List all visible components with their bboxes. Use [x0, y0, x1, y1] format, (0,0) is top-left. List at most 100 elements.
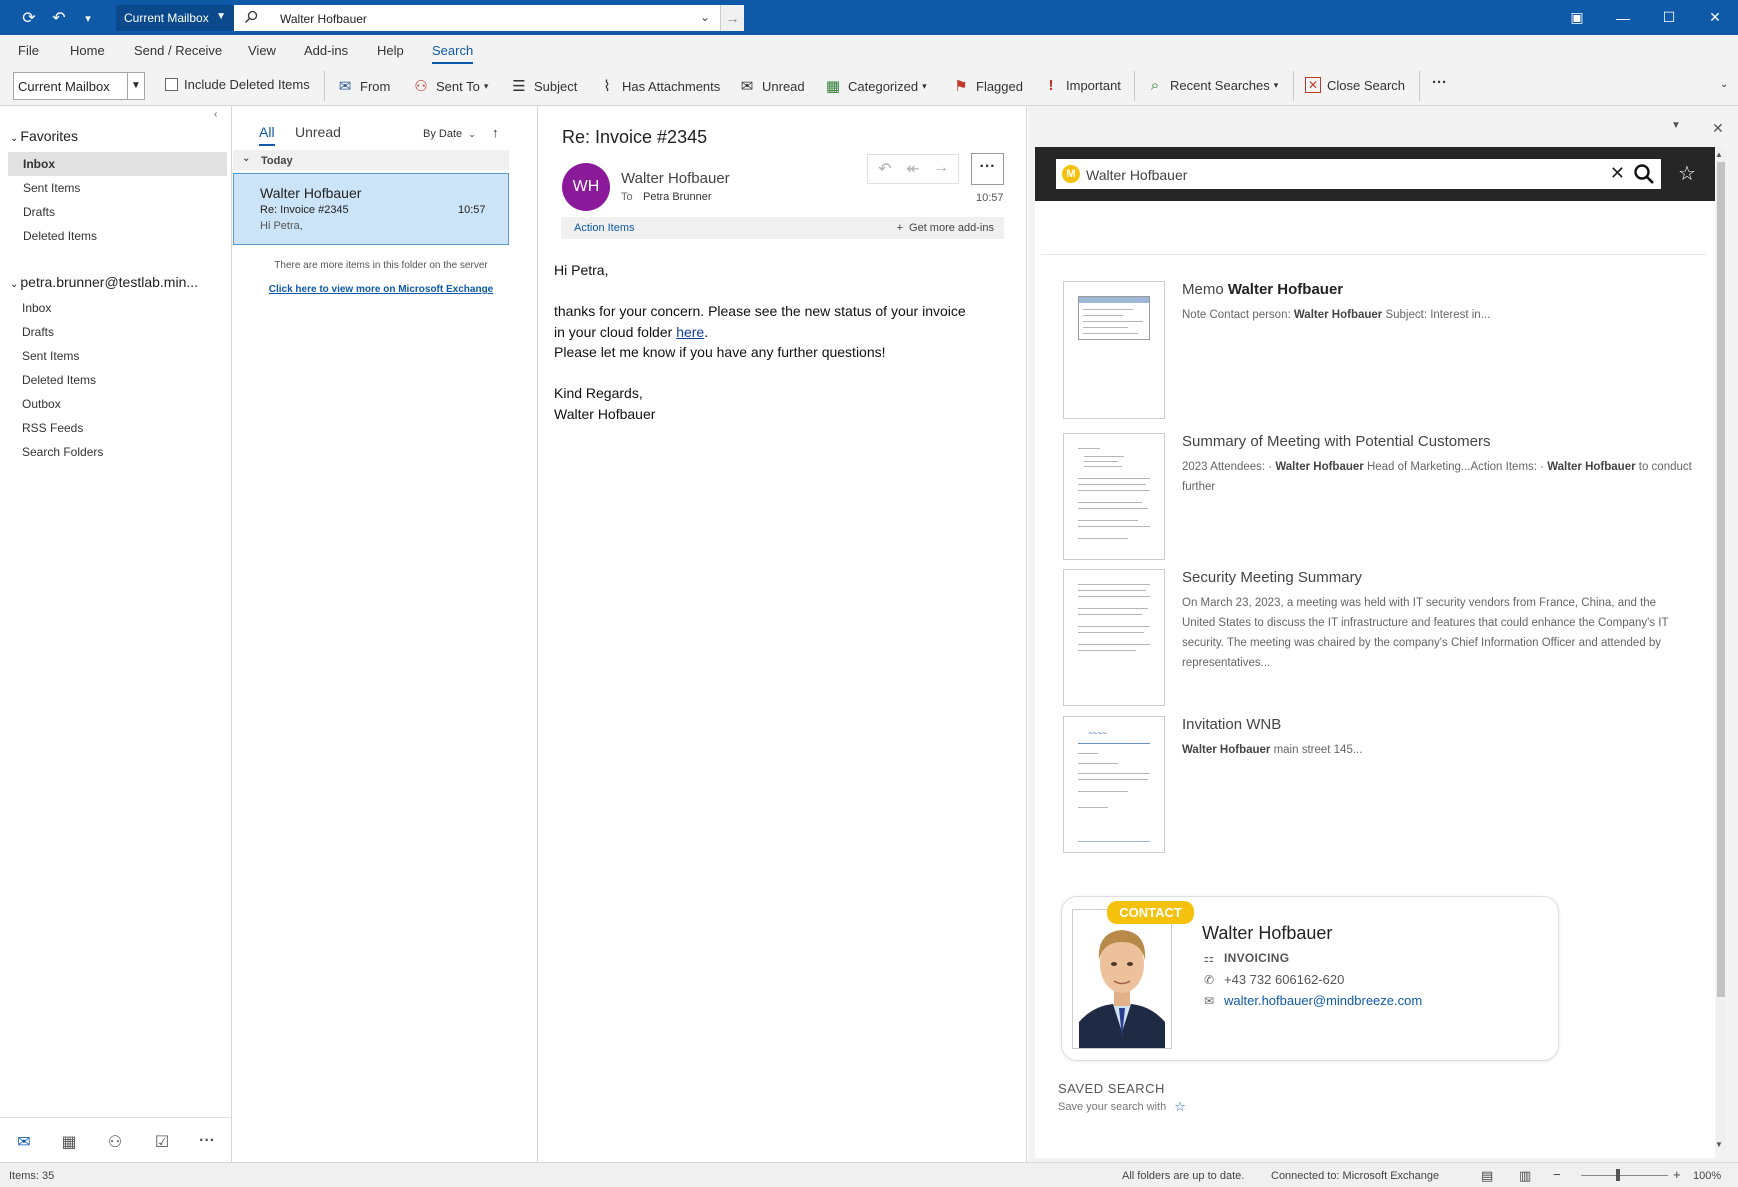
close-addin-icon[interactable]: ✕	[1712, 120, 1724, 137]
contact-name[interactable]: Walter Hofbauer	[1202, 923, 1332, 944]
collapse-pane-icon[interactable]: ‹	[214, 109, 217, 120]
forward-icon[interactable]: →	[928, 159, 954, 177]
filter-all-tab[interactable]: All	[259, 124, 275, 146]
action-items-link[interactable]: Action Items	[574, 222, 635, 234]
tab-add-ins[interactable]: Add-ins	[304, 43, 348, 58]
has-attachments-button[interactable]: ⌇ Has Attachments	[598, 77, 720, 95]
categorized-button[interactable]: ▦ Categorized ▾	[824, 77, 927, 95]
close-search-button[interactable]: ✕ Close Search	[1305, 77, 1405, 93]
result-title-text: Security Meeting Summary	[1182, 569, 1363, 586]
tab-help[interactable]: Help	[377, 43, 404, 58]
get-more-addins-button[interactable]: + Get more add-ins	[897, 222, 994, 234]
undo-icon[interactable]: ↶	[48, 7, 70, 29]
thumbnail-line	[1083, 309, 1133, 310]
email-sender[interactable]: Walter Hofbauer	[621, 170, 730, 187]
unread-button[interactable]: ✉ Unread	[738, 77, 805, 95]
filter-unread-tab[interactable]: Unread	[295, 124, 341, 140]
group-header-today[interactable]: ⌄ Today	[233, 150, 509, 170]
result-title[interactable]: Memo Walter Hofbauer	[1182, 281, 1343, 298]
tab-file[interactable]: File	[18, 43, 39, 58]
maximize-icon[interactable]: ☐	[1646, 0, 1692, 35]
search-arrow-icon[interactable]: →	[720, 5, 744, 31]
account-header[interactable]: ⌄ petra.brunner@testlab.min...	[10, 274, 198, 290]
search-result[interactable]: Summary of Meeting with Potential Custom…	[1063, 433, 1692, 560]
scroll-up-icon[interactable]: ▲	[1715, 150, 1723, 159]
save-search-star-icon[interactable]: ☆	[1678, 161, 1700, 185]
account-folder-drafts[interactable]: Drafts	[8, 320, 227, 344]
subject-button[interactable]: ☰ Subject	[510, 77, 577, 95]
tab-search[interactable]: Search	[432, 43, 474, 64]
sync-icon[interactable]: ⟳	[18, 7, 40, 29]
tab-view[interactable]: View	[248, 43, 276, 58]
contact-card[interactable]: CONTACT Walter Hofbauer ⚏ INVOICING ✆ +43 …	[1061, 896, 1559, 1061]
account-folder-search-folders[interactable]: Search Folders	[8, 440, 227, 464]
sort-dropdown[interactable]: By Date ⌄	[423, 128, 476, 140]
scroll-down-icon[interactable]: ▼	[1715, 1140, 1723, 1149]
star-icon[interactable]: ☆	[1174, 1099, 1186, 1115]
result-title[interactable]: Summary of Meeting with Potential Custom…	[1182, 433, 1490, 450]
view-more-exchange-link[interactable]: Click here to view more on Microsoft Exc…	[246, 284, 516, 295]
calendar-icon[interactable]: ▦	[58, 1132, 80, 1152]
zoom-slider[interactable]	[1581, 1175, 1668, 1176]
more-commands-button[interactable]: ···	[1432, 74, 1447, 91]
folder-drafts[interactable]: Drafts	[8, 200, 227, 224]
addin-scrollbar-thumb[interactable]	[1717, 162, 1725, 997]
zoom-out-icon[interactable]: −	[1553, 1167, 1561, 1182]
normal-view-icon[interactable]: ▤	[1481, 1168, 1493, 1184]
zoom-in-icon[interactable]: +	[1673, 1167, 1681, 1182]
avatar[interactable]: WH	[562, 163, 610, 211]
recent-searches-button[interactable]: ⌕ Recent Searches ▾	[1146, 77, 1278, 94]
account-folder-inbox[interactable]: Inbox	[8, 296, 227, 320]
search-result[interactable]: Memo Walter Hofbauer Note Contact person…	[1063, 281, 1663, 419]
reply-icon[interactable]: ↶	[872, 159, 898, 179]
account-folder-deleted-items[interactable]: Deleted Items	[8, 368, 227, 392]
flagged-button[interactable]: ⚑ Flagged	[952, 77, 1023, 95]
more-actions-button[interactable]: ···	[971, 153, 1004, 185]
favorites-header[interactable]: ⌄ Favorites	[10, 128, 78, 144]
folder-inbox[interactable]: Inbox	[8, 152, 227, 176]
collapse-ribbon-icon[interactable]: ⌄	[1720, 79, 1728, 90]
sent-to-button[interactable]: ⚇ Sent To ▾	[412, 77, 488, 95]
tasks-icon[interactable]: ☑	[151, 1132, 173, 1152]
more-apps-icon[interactable]: ···	[196, 1132, 218, 1152]
people-icon[interactable]: ⚇	[104, 1132, 126, 1152]
mailbox-scope-combo[interactable]: Current Mailbox ▼	[13, 72, 145, 100]
ribbon-display-icon[interactable]: ▣	[1554, 0, 1600, 35]
search-result[interactable]: Security Meeting Summary On March 23, 20…	[1063, 569, 1668, 706]
customize-toolbar-icon[interactable]: ▾	[77, 7, 99, 29]
addin-search-input[interactable]: M Walter Hofbauer ✕	[1056, 159, 1661, 189]
reply-all-icon[interactable]: ↞	[900, 159, 926, 179]
result-title[interactable]: Security Meeting Summary	[1182, 569, 1362, 586]
sort-direction-arrow-icon[interactable]: ↑	[492, 125, 499, 140]
tab-send-receive[interactable]: Send / Receive	[134, 43, 222, 58]
account-folder-sent-items[interactable]: Sent Items	[8, 344, 227, 368]
search-scope-dropdown[interactable]: Current Mailbox ▼	[116, 5, 234, 31]
addin-menu-chevron-icon[interactable]: ▼	[1671, 120, 1681, 131]
search-input[interactable]: Walter Hofbauer ⌄	[234, 5, 744, 31]
list-item[interactable]: Walter Hofbauer Re: Invoice #2345 10:57 …	[233, 173, 509, 245]
clear-search-icon[interactable]: ✕	[1610, 163, 1625, 184]
zoom-slider-thumb[interactable]	[1616, 1169, 1620, 1181]
minimize-icon[interactable]: —	[1600, 0, 1646, 35]
account-folder-outbox[interactable]: Outbox	[8, 392, 227, 416]
search-options-chevron-icon[interactable]: ⌄	[700, 10, 710, 24]
account-folder-rss-feeds[interactable]: RSS Feeds	[8, 416, 227, 440]
connection-status[interactable]: Connected to: Microsoft Exchange	[1271, 1170, 1439, 1182]
mail-icon[interactable]: ✉	[13, 1132, 35, 1152]
folder-sent-items[interactable]: Sent Items	[8, 176, 227, 200]
search-result[interactable]: ~~~~ Invitation WNB Walter Hofbauer main…	[1063, 716, 1663, 853]
search-icon[interactable]	[1633, 163, 1655, 185]
important-button[interactable]: ! Important	[1042, 77, 1121, 94]
email-recipient[interactable]: Petra Brunner	[643, 191, 711, 203]
include-deleted-checkbox[interactable]: Include Deleted Items	[165, 77, 310, 92]
close-window-icon[interactable]: ✕	[1692, 0, 1738, 35]
reading-view-icon[interactable]: ▥	[1519, 1168, 1531, 1184]
contact-email[interactable]: ✉ walter.hofbauer@mindbreeze.com	[1202, 993, 1422, 1008]
from-button[interactable]: ✉ From	[336, 77, 391, 95]
tab-home[interactable]: Home	[70, 43, 105, 58]
zoom-level[interactable]: 100%	[1693, 1170, 1721, 1182]
cloud-folder-link[interactable]: here	[676, 324, 704, 340]
folder-deleted-items[interactable]: Deleted Items	[8, 224, 227, 248]
result-title[interactable]: Invitation WNB	[1182, 716, 1281, 733]
contact-phone[interactable]: ✆ +43 732 606162-620	[1202, 972, 1344, 987]
